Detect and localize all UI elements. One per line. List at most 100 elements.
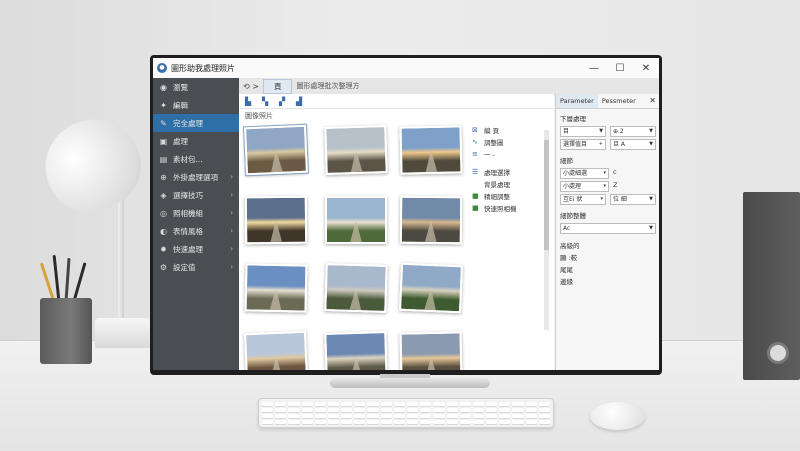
- eye-icon: ◉: [160, 82, 167, 92]
- save-icon[interactable]: ▙: [245, 97, 255, 106]
- keyboard-key: [486, 402, 498, 406]
- road-shape: [349, 290, 361, 310]
- context-menu-item[interactable]: ■ 精細調整: [472, 190, 547, 202]
- photo-thumbnail[interactable]: [324, 331, 391, 370]
- vertical-scrollbar[interactable]: [544, 130, 549, 330]
- sidebar-item-label: 快速處理: [173, 244, 203, 254]
- keyboard-key: [420, 408, 432, 412]
- context-menu-item[interactable]: ≡ 一 -: [472, 148, 547, 160]
- keyboard-key: [393, 414, 405, 418]
- context-menu-label: 快速照相機: [484, 205, 517, 213]
- sidebar-item[interactable]: ▣ 處理: [153, 132, 239, 150]
- keyboard-key: [472, 414, 485, 418]
- square-green-icon: ■: [472, 191, 479, 200]
- sidebar-item[interactable]: ⚙ 設定值 ›: [153, 258, 239, 276]
- keyboard-key: [380, 420, 392, 424]
- detail-field[interactable]: 小處理 ▾: [560, 181, 609, 192]
- crop-icon: ⊠: [472, 125, 478, 134]
- panel-close-icon[interactable]: ✕: [649, 94, 659, 108]
- param-select[interactable]: 選擇值目 +: [560, 139, 606, 150]
- scrollbar-thumb[interactable]: [544, 140, 549, 250]
- photo-thumbnail[interactable]: [324, 263, 391, 316]
- chevron-right-icon: ›: [230, 263, 233, 271]
- sidebar-item[interactable]: ✦ 編輯: [153, 96, 239, 114]
- photo-thumbnail[interactable]: [399, 331, 466, 370]
- param-select[interactable]: 旦 A ▼: [610, 139, 656, 150]
- layers-icon: ☰: [472, 167, 479, 176]
- keyboard-key: [446, 402, 458, 406]
- minimize-button[interactable]: —: [581, 63, 607, 74]
- context-menu-item[interactable]: 背景處理: [472, 178, 547, 190]
- detail-select[interactable]: Ac ▼: [560, 223, 656, 234]
- stack-icon[interactable]: ▟: [296, 97, 306, 106]
- road-shape: [270, 358, 282, 370]
- detail-field[interactable]: 互Ei 狀 ▾: [560, 194, 606, 205]
- keyboard-key: [380, 414, 392, 418]
- title-bar[interactable]: ● 圖形助我處理照片 — ☐ ✕: [153, 58, 659, 79]
- copy-icon[interactable]: ▚: [262, 97, 272, 106]
- context-menu: ⊠ 編 頁 ∿ 調整圖 ≡ 一 - ☰ 處理選擇 背景處理 ■ 精細調整 ■ 快速照相機: [472, 124, 547, 214]
- edit-icon[interactable]: ▞: [279, 97, 289, 106]
- section-label: 下層處理: [560, 115, 586, 123]
- photo-thumbnail[interactable]: [325, 196, 391, 248]
- detail-field[interactable]: 小處細選 ▾: [560, 168, 609, 179]
- sidebar-item[interactable]: ▤ 素材包...: [153, 150, 239, 168]
- context-menu-item[interactable]: ⊠ 編 頁: [472, 124, 547, 136]
- context-menu-item[interactable]: ■ 快速照相機: [472, 202, 547, 214]
- photo-thumbnail[interactable]: [399, 195, 466, 248]
- tab-pessmeter[interactable]: Pessmeter: [598, 94, 640, 108]
- sidebar-item[interactable]: ◈ 選擇技巧 ›: [153, 186, 239, 204]
- sidebar-item[interactable]: ⊕ 外掛處理選項 ›: [153, 168, 239, 186]
- photo-thumbnail[interactable]: [244, 330, 311, 370]
- sidebar-item[interactable]: ✎ 完全處理: [153, 114, 239, 132]
- sidebar-item[interactable]: ◐ 表情風格 ›: [153, 222, 239, 240]
- keyboard-key: [262, 402, 274, 406]
- keyboard: [258, 398, 554, 428]
- context-menu-item[interactable]: ☰ 處理選擇: [472, 166, 547, 178]
- photo-thumbnail[interactable]: [324, 125, 391, 178]
- chevron-right-icon: ›: [230, 191, 233, 199]
- panel-text: 邊緣: [560, 278, 573, 286]
- keyboard-key: [499, 414, 511, 418]
- context-menu-item[interactable]: ∿ 調整圖: [472, 136, 547, 148]
- photo-thumbnail[interactable]: [244, 195, 311, 248]
- road-shape: [270, 290, 282, 310]
- photo-thumbnail[interactable]: [242, 123, 311, 178]
- image-icon: ▣: [159, 136, 168, 146]
- pencil-cup: [40, 298, 92, 364]
- maximize-button[interactable]: ☐: [607, 63, 633, 74]
- photo-thumbnail[interactable]: [244, 263, 311, 316]
- detail-value: c: [613, 168, 617, 176]
- top-nav-bar: ⟲ > 頁 圖形處理批次整理方: [239, 78, 659, 95]
- road-shape: [425, 358, 437, 370]
- photo-thumbnail[interactable]: [399, 262, 466, 316]
- detail-select[interactable]: 位 細 ▼: [610, 194, 656, 205]
- road-shape: [270, 222, 282, 242]
- tab-parameter[interactable]: Parameter: [556, 94, 598, 108]
- sidebar-item-label: 選擇技巧: [173, 190, 203, 200]
- tab-page[interactable]: 頁: [262, 78, 293, 94]
- keyboard-key: [486, 414, 498, 418]
- close-button[interactable]: ✕: [633, 63, 659, 74]
- back-button[interactable]: ⟲ >: [243, 82, 259, 91]
- panel-text: 尾尾: [560, 266, 573, 274]
- sidebar-item[interactable]: ✹ 快速處理 ›: [153, 240, 239, 258]
- param-select[interactable]: ⊕.2 ▼: [610, 126, 656, 137]
- keyboard-key: [525, 420, 537, 424]
- keyboard-key: [446, 420, 458, 424]
- keyboard-key: [327, 414, 340, 418]
- road-shape: [270, 152, 282, 172]
- keyboard-key: [499, 420, 511, 424]
- photo-thumbnail[interactable]: [399, 125, 466, 178]
- param-select[interactable]: 目 ▼: [560, 126, 606, 137]
- sidebar-item-label: 完全處理: [173, 118, 203, 128]
- sidebar-item[interactable]: ◎ 照相機組 ›: [153, 204, 239, 222]
- breadcrumb: 圖形處理批次整理方: [296, 82, 360, 90]
- keyboard-key: [314, 408, 326, 412]
- keyboard-key: [301, 414, 313, 418]
- keyboard-key: [327, 402, 340, 406]
- keyboard-key: [288, 414, 300, 418]
- keyboard-key: [380, 402, 392, 406]
- sidebar-item[interactable]: ◉ 瀏覽: [153, 78, 239, 96]
- keyboard-key: [341, 402, 353, 406]
